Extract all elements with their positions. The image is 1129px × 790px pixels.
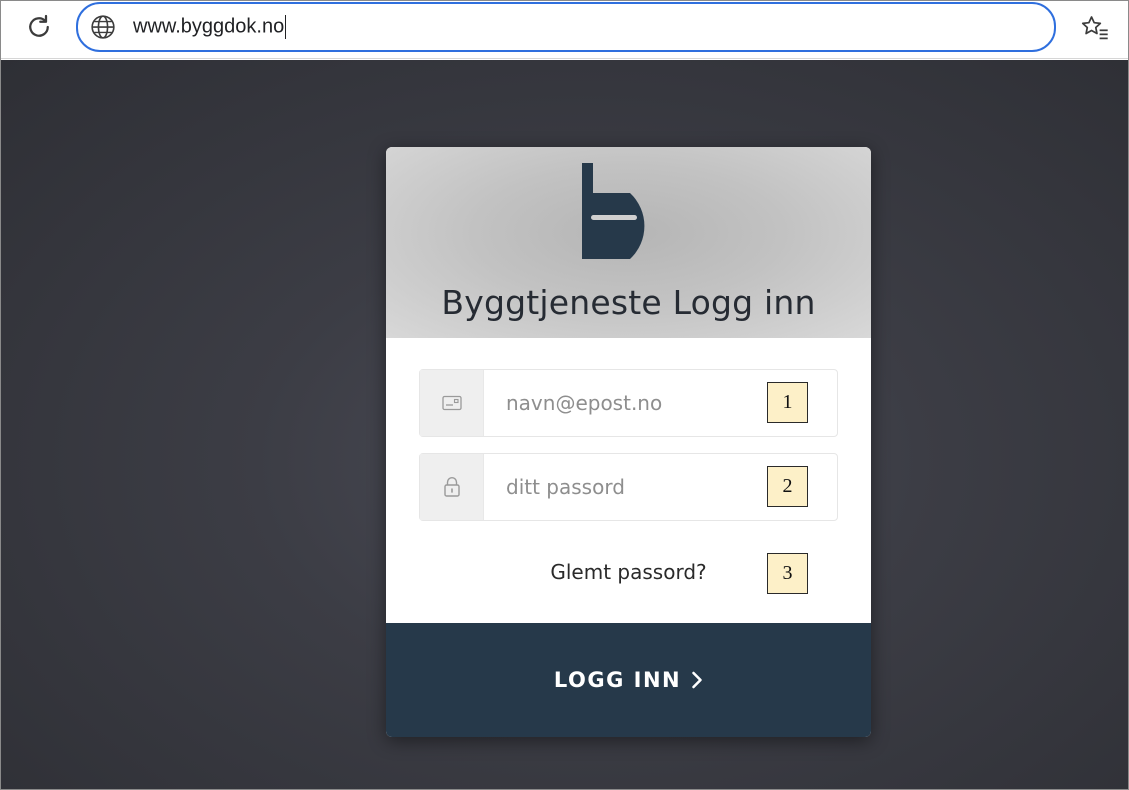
chevron-right-icon xyxy=(691,671,703,689)
reload-icon xyxy=(29,14,49,37)
reload-button[interactable] xyxy=(19,9,59,45)
text-caret xyxy=(285,15,287,39)
login-button-label: LOGG INN xyxy=(553,668,682,692)
callout-3: 3 xyxy=(767,553,808,594)
globe-icon xyxy=(89,13,117,41)
url-text[interactable]: www.byggdok.no xyxy=(133,15,287,39)
password-icon-box xyxy=(420,454,484,520)
email-icon-box xyxy=(420,370,484,436)
address-bar[interactable]: www.byggdok.no xyxy=(76,2,1056,52)
lock-icon xyxy=(443,477,460,497)
login-card-header: Byggtjeneste Logg inn xyxy=(386,147,871,338)
callout-1: 1 xyxy=(767,382,808,423)
id-card-icon xyxy=(441,395,462,411)
login-button[interactable]: LOGG INN xyxy=(386,623,871,737)
login-title: Byggtjeneste Logg inn xyxy=(441,283,816,322)
favorites-star-icon xyxy=(1081,16,1108,40)
browser-toolbar: www.byggdok.no xyxy=(1,1,1128,59)
login-card: Byggtjeneste Logg inn navn@epost.no Glem… xyxy=(386,147,871,737)
callout-2: 2 xyxy=(767,466,808,507)
byggdok-logo xyxy=(582,163,645,259)
favorites-button[interactable] xyxy=(1077,11,1113,45)
screenshot-frame: www.byggdok.no Byggtjeneste Logg inn nav… xyxy=(0,0,1129,790)
forgot-password-label: Glemt passord? xyxy=(550,560,707,584)
